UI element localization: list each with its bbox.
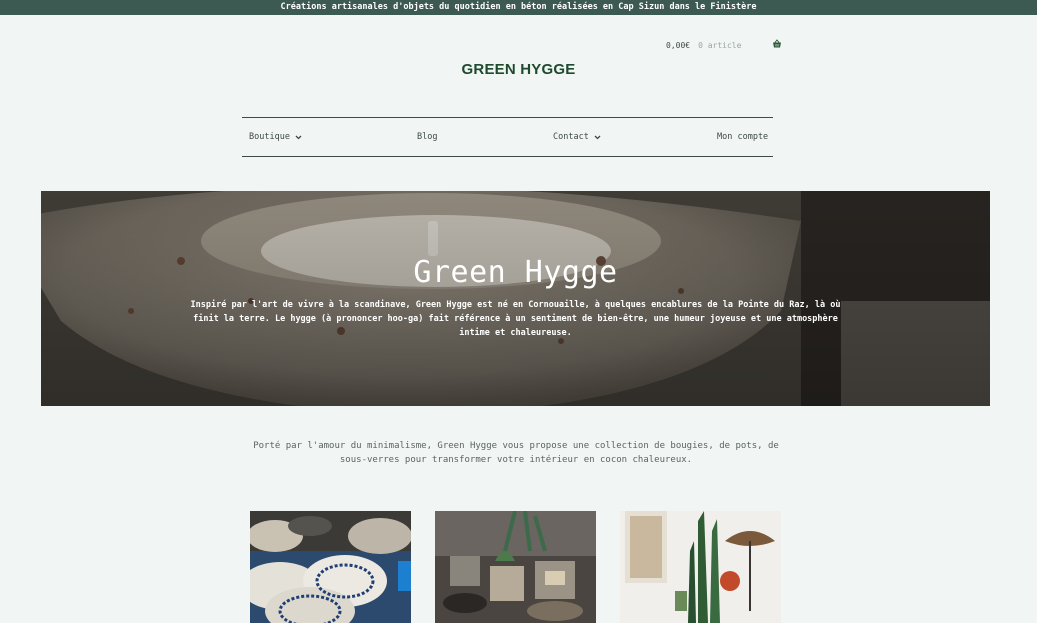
nav-item-label[interactable]: Blog (417, 118, 437, 156)
hero-title: Green Hygge (413, 255, 618, 290)
announcement-text: Créations artisanales d'objets du quotid… (280, 2, 757, 12)
nav-item-mon-compte[interactable]: Mon compte (717, 118, 768, 156)
cart-price[interactable]: 0,00€ (666, 41, 690, 50)
nav-item-blog[interactable]: Blog (417, 118, 437, 156)
product-card-plants[interactable] (620, 511, 781, 623)
product-card-pots[interactable] (435, 511, 596, 623)
nav-item-boutique[interactable]: Boutique (249, 118, 302, 156)
product-card-coasters[interactable] (250, 511, 411, 623)
coasters-image[interactable] (250, 511, 411, 623)
chevron-down-icon[interactable] (594, 135, 601, 140)
hero-description: Inspiré par l'art de vivre à la scandina… (190, 300, 841, 338)
announcement-bar: Créations artisanales d'objets du quotid… (0, 0, 1037, 15)
nav-item-label[interactable]: Mon compte (717, 118, 768, 156)
intro-text: Porté par l'amour du minimalisme, Green … (253, 441, 779, 465)
cart-summary[interactable]: 0,00€ 0 article (666, 39, 781, 51)
nav-item-label[interactable]: Contact (553, 118, 589, 156)
pots-image[interactable] (435, 511, 596, 623)
basket-icon[interactable] (772, 39, 782, 49)
nav-item-label[interactable]: Boutique (249, 118, 290, 156)
site-logo[interactable]: GREEN HYGGE (0, 61, 1037, 78)
chevron-down-icon[interactable] (295, 135, 302, 140)
cart-count[interactable]: 0 article (698, 41, 741, 50)
main-nav: Boutique Blog Contact Mon compte (242, 117, 773, 157)
hero-banner: Green Hygge Inspiré par l'art de vivre à… (41, 191, 990, 406)
nav-item-contact[interactable]: Contact (553, 118, 601, 156)
plants-image[interactable] (620, 511, 781, 623)
